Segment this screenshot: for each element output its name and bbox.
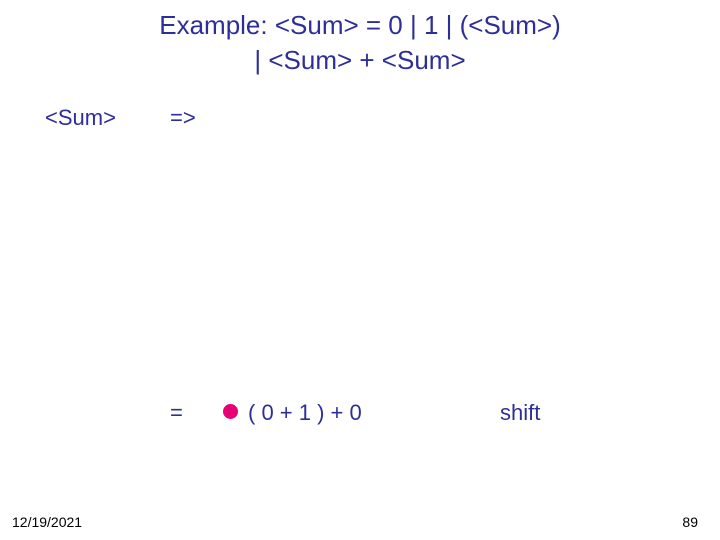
bullet-marker-icon [223, 404, 238, 419]
footer-date: 12/19/2021 [12, 514, 82, 530]
footer-page-number: 89 [682, 514, 698, 530]
derivation-action: shift [500, 400, 540, 426]
slide-title: Example: <Sum> = 0 | 1 | (<Sum>) | <Sum>… [0, 8, 720, 78]
derivation-arrow: => [170, 105, 196, 131]
title-line-1: Example: <Sum> = 0 | 1 | (<Sum>) [159, 10, 561, 40]
derivation-lhs: <Sum> [45, 105, 116, 131]
derivation-eq: = [170, 400, 183, 426]
derivation-expression: ( 0 + 1 ) + 0 [248, 400, 362, 426]
title-line-2: | <Sum> + <Sum> [254, 45, 465, 75]
